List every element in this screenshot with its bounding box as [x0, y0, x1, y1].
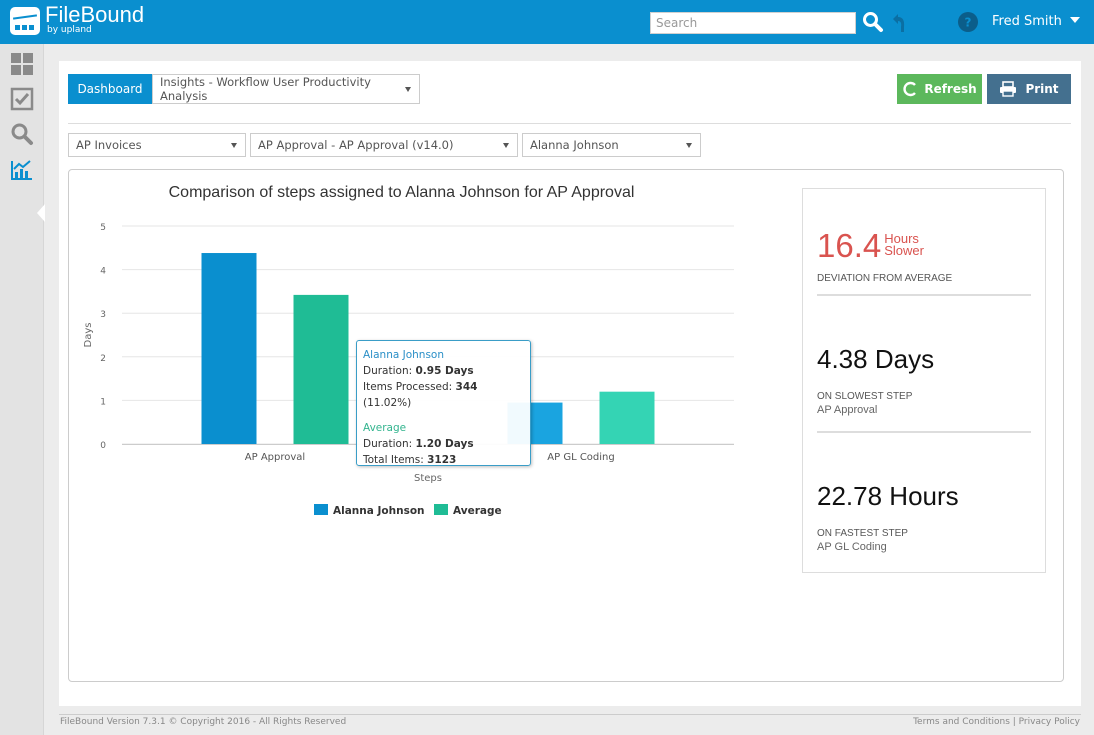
fastest-value: 22.78 Hours [817, 481, 959, 511]
grid-icon [11, 53, 33, 75]
legend-swatch [314, 504, 328, 515]
project-select[interactable]: AP Invoices [68, 133, 246, 157]
active-indicator [37, 204, 45, 222]
tooltip-user-name: Alanna Johnson [363, 349, 444, 361]
insights-panel: Comparison of steps assigned to Alanna J… [68, 169, 1064, 682]
deviation-value: 16.4 [817, 227, 882, 264]
print-button[interactable]: Print [987, 74, 1071, 104]
tooltip-user-duration: Duration: 0.95 Days [363, 365, 474, 377]
footer-divider [59, 714, 1081, 715]
stat-divider [817, 294, 1031, 296]
svg-text:?: ? [965, 16, 972, 30]
tooltip-items-processed: Items Processed: 344 (11.02%) [363, 381, 478, 409]
sidebar-item-tasks[interactable] [10, 87, 34, 111]
terms-link[interactable]: Terms and Conditions [913, 717, 1010, 727]
caret-down-icon [503, 143, 509, 148]
refresh-button[interactable]: Refresh [897, 74, 982, 104]
workflow-select-value: AP Approval - AP Approval (v14.0) [258, 138, 454, 152]
refresh-label: Refresh [924, 82, 977, 96]
x-tick-label: AP Approval [245, 452, 305, 463]
caret-down-icon [405, 87, 411, 92]
brand-sub: by upland [47, 25, 92, 35]
legend-swatch [434, 504, 448, 515]
user-name: Fred Smith [992, 14, 1062, 29]
deviation-label: Deviation from average [817, 273, 953, 284]
report-select[interactable]: Insights - Workflow User Productivity An… [152, 74, 420, 104]
help-icon[interactable]: ? [958, 12, 978, 36]
x-axis-label: Steps [414, 473, 442, 484]
y-tick-label: 5 [100, 223, 106, 233]
bar-average-ap-approval [293, 294, 349, 444]
deviation-unit: Hours Slower [884, 231, 924, 258]
slowest-value: 4.38 Days [817, 344, 935, 374]
refresh-icon [903, 81, 917, 97]
stat-slowest: 4.38 Days On slowest step AP Approval [817, 345, 1031, 416]
tooltip-avg-duration: Duration: 1.20 Days [363, 438, 474, 450]
stat-fastest: 22.78 Hours On fastest step AP GL Coding [817, 482, 1031, 553]
y-tick-label: 3 [100, 310, 106, 320]
y-tick-label: 2 [100, 354, 106, 364]
search-icon[interactable] [862, 11, 884, 37]
undo-icon[interactable] [889, 13, 907, 37]
main-content: Dashboard Insights - Workflow User Produ… [59, 61, 1081, 706]
stats-card: 16.4 Hours Slower Deviation from average 4… [802, 188, 1046, 573]
fastest-step: AP GL Coding [817, 541, 887, 553]
chart-icon [11, 160, 32, 180]
workflow-select[interactable]: AP Approval - AP Approval (v14.0) [250, 133, 518, 157]
slowest-label: On slowest step [817, 391, 913, 402]
bar-average-ap-gl-coding [599, 391, 655, 444]
logo-icon [10, 7, 40, 35]
x-tick-label: AP GL Coding [547, 452, 614, 463]
y-tick-label: 4 [100, 267, 106, 277]
brand-name: FileBound [45, 2, 145, 27]
y-axis-label: Days [83, 323, 94, 348]
stat-deviation: 16.4 Hours Slower Deviation from average [817, 229, 1031, 284]
filebound-logo[interactable]: FileBound by upland [10, 4, 144, 35]
y-tick-label: 0 [100, 441, 106, 451]
tooltip-avg-name: Average [363, 422, 407, 434]
stat-divider [817, 431, 1031, 433]
project-select-value: AP Invoices [76, 138, 142, 152]
tooltip-total-items: Total Items: 3123 [363, 454, 457, 466]
caret-down-icon [1069, 17, 1080, 23]
top-bar: FileBound by upland ? Fred Smith [0, 0, 1094, 44]
legend-item[interactable]: Average [453, 505, 502, 517]
search-input[interactable] [650, 12, 856, 34]
toolbar-divider [68, 123, 1071, 124]
chart-tooltip: Alanna Johnson Duration: 0.95 Days Items… [356, 340, 531, 466]
privacy-link[interactable]: Privacy Policy [1019, 717, 1080, 727]
printer-icon [1000, 81, 1017, 97]
legend-item[interactable]: Alanna Johnson [333, 505, 425, 517]
search-icon [11, 123, 33, 145]
fastest-label: On fastest step [817, 528, 908, 539]
caret-down-icon [231, 143, 237, 148]
sidebar [0, 44, 45, 735]
sidebar-item-search[interactable] [10, 122, 34, 146]
checkbox-icon [10, 87, 34, 111]
user-select-value: Alanna Johnson [530, 138, 619, 152]
dashboard-button[interactable]: Dashboard [68, 74, 152, 104]
caret-down-icon [686, 143, 692, 148]
slowest-step: AP Approval [817, 404, 878, 416]
user-menu[interactable]: Fred Smith [992, 14, 1080, 29]
footer-links: Terms and Conditions | Privacy Policy [913, 717, 1080, 727]
report-select-value: Insights - Workflow User Productivity An… [160, 75, 371, 103]
bar-alanna-johnson-ap-approval [201, 253, 257, 444]
sidebar-item-insights[interactable] [10, 158, 34, 182]
user-select[interactable]: Alanna Johnson [522, 133, 701, 157]
print-label: Print [1025, 82, 1059, 96]
sidebar-item-dashboard[interactable] [10, 52, 34, 76]
y-tick-label: 1 [100, 397, 106, 407]
footer-copyright: FileBound Version 7.3.1 © Copyright 2016… [60, 717, 347, 727]
